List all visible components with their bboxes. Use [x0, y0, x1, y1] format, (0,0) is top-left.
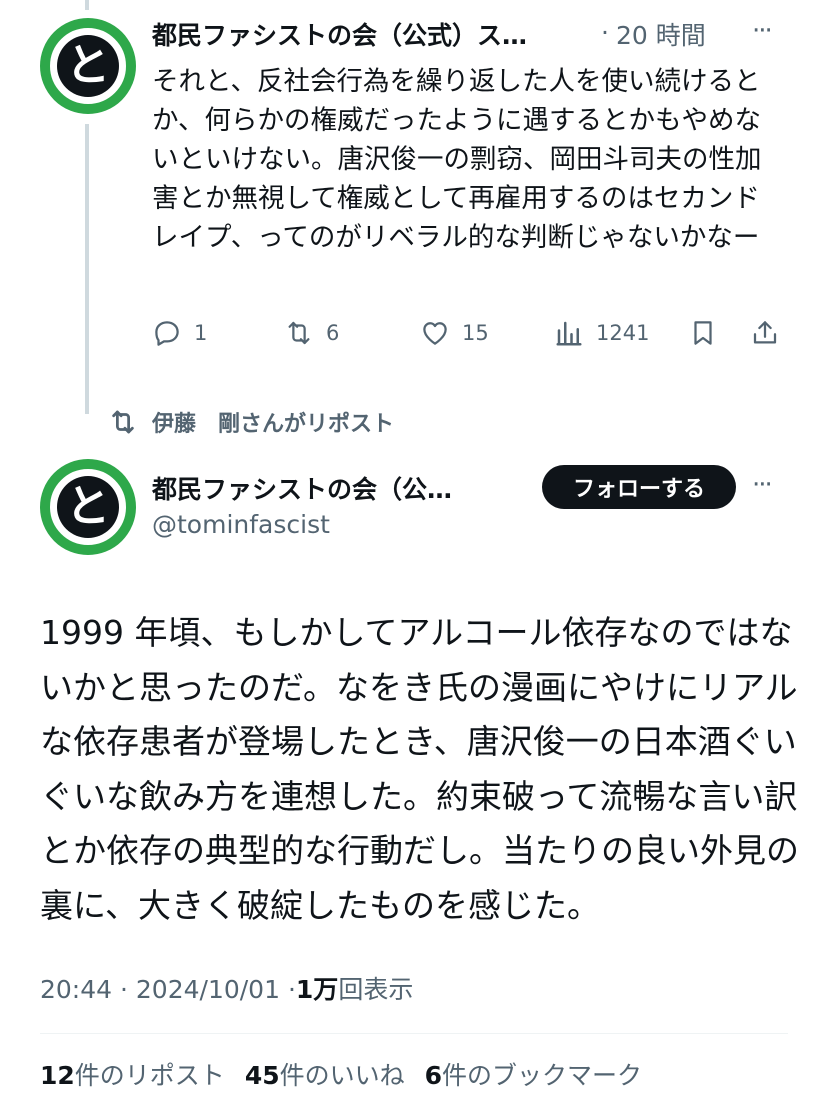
like-count: 15: [462, 321, 489, 345]
bookmarks-number: 6: [424, 1061, 443, 1090]
tweet-text: 1999 年頃、もしかしてアルコール依存なのではないかと思ったのだ。なをき氏の漫…: [40, 613, 799, 925]
reposts-label: 件のリポスト: [74, 1061, 225, 1090]
tweet-date[interactable]: 2024/10/01: [136, 975, 280, 1004]
reply-count: 1: [194, 321, 208, 345]
repost-banner-text: 伊藤 剛さんがリポスト: [152, 412, 395, 437]
views-number: 1万: [295, 975, 339, 1004]
follow-button[interactable]: フォローする: [542, 465, 736, 509]
likes-stat[interactable]: 45件のいいね: [245, 1061, 405, 1090]
bookmark-button[interactable]: [688, 318, 730, 348]
more-icon[interactable]: ···: [752, 470, 773, 500]
tweet-meta: 20:44 · 2024/10/01 ·1万回表示: [40, 970, 413, 1006]
views-button[interactable]: 1241: [554, 318, 649, 348]
avatar[interactable]: と: [40, 18, 136, 114]
tweet-time[interactable]: 20:44: [40, 975, 112, 1004]
reply-icon: [155, 321, 179, 346]
like-button[interactable]: 15: [420, 318, 489, 348]
share-icon: [753, 321, 777, 344]
more-icon[interactable]: ···: [752, 16, 773, 46]
tweet-stats: 12件のリポスト 45件のいいね 6件のブックマーク: [40, 1056, 642, 1092]
likes-label: 件のいいね: [279, 1061, 405, 1090]
separator-dot: ·: [287, 975, 296, 1004]
repost-count: 6: [326, 321, 340, 345]
repost-icon: [288, 321, 310, 345]
views-count: 1241: [596, 321, 650, 345]
reposts-stat[interactable]: 12件のリポスト: [40, 1061, 225, 1090]
likes-number: 45: [244, 1061, 280, 1090]
thread-line-top: [85, 0, 89, 10]
thread-line: [85, 124, 89, 414]
repost-button[interactable]: 6: [284, 318, 339, 348]
repost-banner[interactable]: 伊藤 剛さんがリポスト: [108, 406, 394, 438]
views-icon: [556, 321, 582, 346]
reply-button[interactable]: 1: [152, 318, 207, 348]
avatar-glyph: と: [57, 35, 119, 97]
timestamp[interactable]: 20 時間: [616, 16, 706, 52]
reposts-number: 12: [40, 1061, 75, 1090]
tweet-actions: 1 6 15 1241: [152, 318, 792, 362]
divider: [40, 1033, 788, 1034]
bookmark-icon: [694, 321, 712, 345]
bookmarks-stat[interactable]: 6件のブックマーク: [425, 1061, 642, 1090]
repost-icon: [112, 410, 134, 434]
author-handle[interactable]: @tominfascist: [152, 510, 330, 539]
share-button[interactable]: [750, 318, 792, 348]
bookmarks-label: 件のブックマーク: [442, 1061, 643, 1090]
separator-dot: ·: [120, 975, 128, 1004]
like-icon: [423, 322, 447, 345]
views-label: 回表示: [338, 975, 414, 1004]
tweet-text: それと、反社会行為を繰り返した人を使い続けるとか、何らかの権威だったように遇する…: [152, 66, 762, 253]
author-name[interactable]: 都民ファシストの会（公…: [152, 470, 452, 506]
avatar[interactable]: と: [40, 459, 136, 555]
avatar-glyph: と: [57, 476, 119, 538]
author-name[interactable]: 都民ファシストの会（公式）ス…: [152, 16, 527, 52]
separator-dot: ·: [601, 18, 609, 47]
